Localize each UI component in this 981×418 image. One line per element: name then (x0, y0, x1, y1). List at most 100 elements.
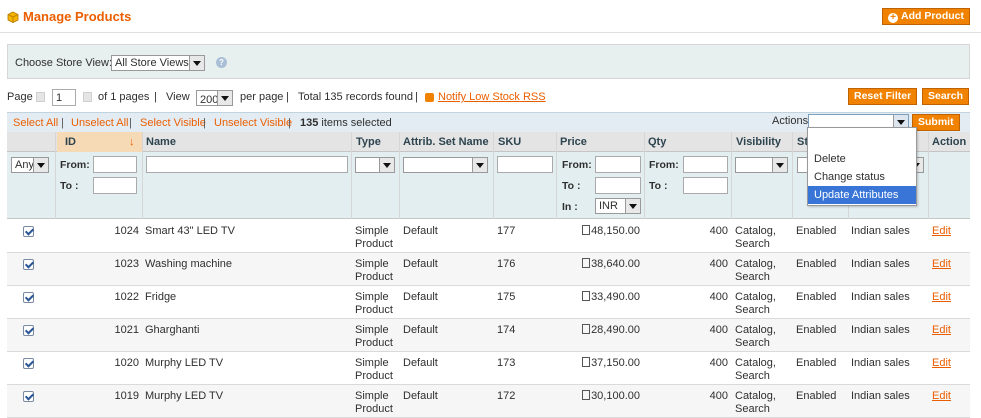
select-all-link[interactable]: Select All (13, 117, 58, 129)
cell-status: Enabled (796, 225, 837, 237)
cell-price: 28,490.00 (561, 324, 640, 337)
cell-id: 1019 (114, 390, 139, 402)
column-divider (351, 132, 352, 219)
action-option-update-attributes[interactable]: Update Attributes (808, 186, 916, 204)
cell-qty: 400 (709, 258, 728, 270)
cell-websites: Indian sales (851, 390, 910, 402)
cell-status: Enabled (796, 324, 837, 336)
table-row[interactable]: 1021 Gharghanti Simple Product Default 174 28,… (7, 319, 970, 352)
cell-id: 1020 (114, 357, 139, 369)
column-price[interactable]: Price (560, 136, 587, 148)
page-input[interactable]: 1 (52, 89, 76, 106)
cell-type: Simple Product (355, 258, 393, 283)
of-pages-text: of 1 pages (98, 91, 150, 103)
table-row[interactable]: 1022 Fridge Simple Product Default 175 33,490.… (7, 286, 970, 319)
cell-type: Simple Product (355, 324, 393, 349)
column-name[interactable]: Name (146, 136, 176, 148)
total-records: Total 135 records found (298, 91, 413, 103)
row-checkbox[interactable] (23, 391, 34, 402)
select-visible-link[interactable]: Select Visible (140, 117, 206, 129)
cell-attrib-set: Default (403, 291, 438, 303)
submit-button[interactable]: Submit (912, 114, 960, 131)
currency-select[interactable]: INR (595, 198, 641, 214)
column-divider (556, 132, 557, 219)
unselect-visible-link[interactable]: Unselect Visible (214, 117, 292, 129)
visibility-filter-select[interactable] (735, 157, 788, 173)
pager-sep: | (286, 91, 289, 103)
column-type[interactable]: Type (356, 136, 381, 148)
massaction-filter-select[interactable]: Any (11, 157, 49, 173)
column-visibility[interactable]: Visibility (736, 136, 781, 148)
action-option-change-status[interactable]: Change status (808, 168, 916, 186)
table-row[interactable]: 1024 Smart 43" LED TV Simple Product Default… (7, 220, 970, 253)
currency-symbol-icon (582, 225, 591, 235)
view-label: View (166, 91, 190, 103)
cell-price: 37,150.00 (561, 357, 640, 370)
cell-price: 30,100.00 (561, 390, 640, 403)
currency-symbol-icon (582, 390, 591, 400)
row-checkbox[interactable] (23, 259, 34, 270)
chevron-down-icon (772, 158, 787, 172)
table-row[interactable]: 1020 Murphy LED TV Simple Product Default 173… (7, 352, 970, 385)
qty-to-input[interactable] (683, 177, 728, 194)
cell-websites: Indian sales (851, 225, 910, 237)
per-page-select[interactable]: 200 (196, 90, 233, 106)
id-to-input[interactable] (93, 177, 137, 194)
cell-visibility: Catalog, Search (735, 291, 776, 316)
help-icon[interactable]: ? (216, 57, 227, 68)
table-row[interactable]: 1019 Murphy LED TV Simple Product Default 172… (7, 385, 970, 418)
reset-filter-button[interactable]: Reset Filter (848, 88, 918, 105)
column-attrib-set[interactable]: Attrib. Set Name (403, 136, 489, 148)
low-stock-rss-link[interactable]: Notify Low Stock RSS (438, 91, 546, 103)
attrib-set-filter-select[interactable] (403, 157, 488, 173)
column-divider (928, 132, 929, 219)
type-filter-select[interactable] (355, 157, 395, 173)
selected-count-text: 135 items selected (300, 117, 392, 129)
action-option-delete[interactable]: Delete (808, 150, 916, 168)
unselect-all-link[interactable]: Unselect All (71, 117, 128, 129)
price-from-input[interactable] (595, 156, 641, 173)
name-filter-input[interactable] (146, 156, 348, 173)
cell-sku: 175 (497, 291, 516, 303)
column-sku[interactable]: SKU (498, 136, 521, 148)
cell-status: Enabled (796, 258, 837, 270)
qty-from-input[interactable] (683, 156, 728, 173)
row-checkbox[interactable] (23, 325, 34, 336)
edit-link[interactable]: Edit (932, 324, 951, 337)
column-id[interactable]: ID (65, 136, 76, 148)
per-page-value: 200 (200, 94, 219, 106)
chevron-down-icon (625, 199, 640, 213)
store-view-select[interactable]: All Store Views (111, 55, 205, 71)
edit-link[interactable]: Edit (932, 291, 951, 304)
cell-name: Murphy LED TV (145, 390, 224, 402)
edit-link[interactable]: Edit (932, 258, 951, 271)
edit-link[interactable]: Edit (932, 357, 951, 370)
search-button[interactable]: Search (922, 88, 970, 105)
row-checkbox[interactable] (23, 292, 34, 303)
price-from-label: From: (562, 159, 592, 171)
store-switcher: Choose Store View: All Store Views ? (7, 44, 970, 79)
column-divider (142, 132, 143, 219)
cell-attrib-set: Default (403, 225, 438, 237)
row-checkbox[interactable] (23, 358, 34, 369)
column-qty[interactable]: Qty (648, 136, 666, 148)
id-to-label: To : (60, 180, 79, 192)
id-from-input[interactable] (93, 156, 137, 173)
page-header: Manage Products + Add Product (0, 0, 981, 33)
add-product-button[interactable]: + Add Product (882, 8, 970, 25)
cell-sku: 172 (497, 390, 516, 402)
next-page-icon[interactable] (83, 92, 92, 102)
row-checkbox[interactable] (23, 226, 34, 237)
qty-from-label: From: (649, 159, 679, 171)
table-row[interactable]: 1023 Washing machine Simple Product Default 1… (7, 253, 970, 286)
massaction-sep: | (61, 117, 64, 129)
edit-link[interactable]: Edit (932, 390, 951, 403)
cell-websites: Indian sales (851, 258, 910, 270)
price-to-input[interactable] (595, 177, 641, 194)
sku-filter-input[interactable] (497, 156, 553, 173)
chevron-down-icon (472, 158, 487, 172)
prev-page-icon[interactable] (36, 92, 45, 102)
page-title: Manage Products (7, 9, 131, 24)
edit-link[interactable]: Edit (932, 225, 951, 238)
selected-count: 135 (300, 117, 319, 129)
